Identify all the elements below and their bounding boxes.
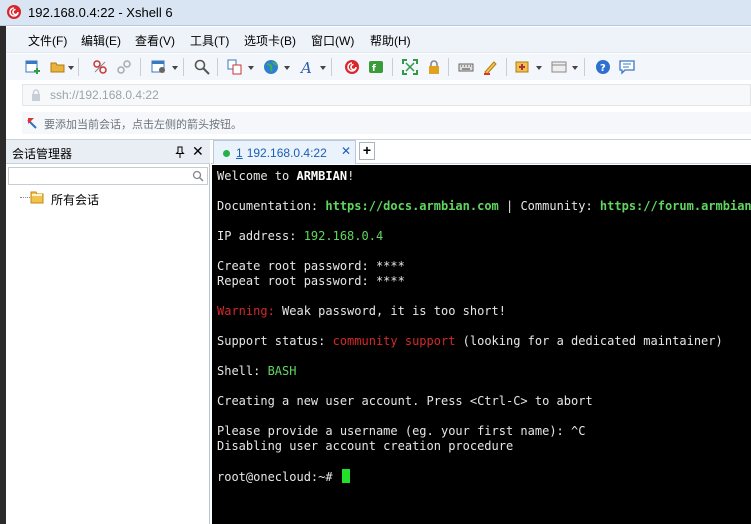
- terminal-line: Support status: community support (looki…: [217, 334, 723, 348]
- terminal-line: Creating a new user account. Press <Ctrl…: [217, 394, 593, 408]
- arrow-icon[interactable]: [26, 116, 40, 130]
- find-icon[interactable]: [194, 59, 210, 75]
- lock-icon[interactable]: [426, 59, 442, 75]
- reconnect-icon[interactable]: [116, 59, 132, 75]
- terminal-line: Please provide a username (eg. your firs…: [217, 424, 586, 438]
- address-bar[interactable]: ssh://192.168.0.4:22: [22, 84, 751, 106]
- toolbar-separator: [392, 58, 393, 76]
- menu-file[interactable]: 文件(F): [28, 32, 67, 49]
- menu-window[interactable]: 窗口(W): [311, 32, 354, 49]
- font-icon[interactable]: A: [299, 59, 315, 75]
- menu-bar: 文件(F) 编辑(E) 查看(V) 工具(T) 选项卡(B) 窗口(W) 帮助(…: [6, 27, 751, 53]
- open-folder-icon[interactable]: [50, 59, 66, 75]
- search-icon[interactable]: [192, 170, 204, 182]
- lock-icon: [32, 89, 40, 101]
- svg-text:f: f: [372, 64, 376, 74]
- globe-icon[interactable]: [263, 59, 279, 75]
- terminal-line: Documentation: https://docs.armbian.com …: [217, 199, 751, 213]
- svg-text:A: A: [299, 59, 312, 75]
- connected-status-icon: [223, 150, 230, 157]
- terminal-line: Repeat root password: ****: [217, 274, 405, 288]
- properties-icon[interactable]: [151, 59, 167, 75]
- tab-session[interactable]: 1 192.168.0.4:22 ✕: [213, 140, 356, 164]
- keyboard-icon[interactable]: [458, 59, 474, 75]
- terminal-line: Disabling user account creation procedur…: [217, 439, 514, 453]
- terminal-prompt: root@onecloud:~#: [217, 470, 340, 484]
- tab-number: 1: [236, 146, 243, 160]
- menu-tabs[interactable]: 选项卡(B): [244, 32, 296, 49]
- font-dropdown-arrow[interactable]: [320, 66, 326, 70]
- terminal-line: Warning: Weak password, it is too short!: [217, 304, 506, 318]
- disconnect-icon[interactable]: [92, 59, 108, 75]
- copy-dropdown-arrow[interactable]: [248, 66, 254, 70]
- menu-help[interactable]: 帮助(H): [370, 32, 411, 49]
- globe-dropdown-arrow[interactable]: [284, 66, 290, 70]
- tab-strip: 1 192.168.0.4:22 ✕ +: [211, 140, 751, 164]
- toolbar-separator: [78, 58, 79, 76]
- terminal-prompt-line[interactable]: root@onecloud:~#: [217, 469, 350, 485]
- terminal-line: Welcome to ARMBIAN!: [217, 169, 355, 183]
- menu-view[interactable]: 查看(V): [135, 32, 175, 49]
- add-icon[interactable]: [515, 59, 531, 75]
- chat-icon[interactable]: [619, 59, 635, 75]
- folder-icon: [30, 191, 44, 204]
- help-icon[interactable]: ?: [595, 59, 611, 75]
- hint-bar: 要添加当前会话，点击左侧的箭头按钮。: [22, 112, 751, 134]
- menu-tools[interactable]: 工具(T): [190, 32, 229, 49]
- toolbar-separator: [217, 58, 218, 76]
- panel-header: 会话管理器 ✕: [6, 140, 210, 164]
- menu-edit[interactable]: 编辑(E): [81, 32, 121, 49]
- toolbar-separator: [506, 58, 507, 76]
- layout-dropdown-arrow[interactable]: [572, 66, 578, 70]
- toolbar: A f ?: [6, 54, 751, 80]
- close-icon[interactable]: ✕: [192, 143, 204, 159]
- properties-dropdown-arrow[interactable]: [172, 66, 178, 70]
- tab-host: 192.168.0.4:22: [246, 146, 327, 160]
- terminal-cursor: [341, 469, 350, 483]
- fullscreen-icon[interactable]: [402, 59, 418, 75]
- new-tab-button[interactable]: +: [359, 142, 375, 160]
- new-session-icon[interactable]: [25, 59, 41, 75]
- terminal-line: Create root password: ****: [217, 259, 405, 273]
- address-input[interactable]: ssh://192.168.0.4:22: [50, 88, 159, 102]
- window-title: 192.168.0.4:22 - Xshell 6: [28, 5, 173, 20]
- xshell-logo-icon: [7, 5, 21, 19]
- tab-label[interactable]: 1 192.168.0.4:22: [236, 146, 327, 160]
- title-bar: 192.168.0.4:22 - Xshell 6: [0, 0, 751, 26]
- highlight-icon[interactable]: [482, 59, 498, 75]
- pin-icon[interactable]: [175, 146, 185, 158]
- toolbar-separator: [331, 58, 332, 76]
- terminal[interactable]: Welcome to ARMBIAN! Documentation: https…: [212, 165, 751, 524]
- copy-icon[interactable]: [227, 59, 243, 75]
- session-manager-panel: 会话管理器 ✕ 所有会话: [6, 140, 210, 524]
- toolbar-separator: [448, 58, 449, 76]
- hint-text: 要添加当前会话，点击左侧的箭头按钮。: [44, 119, 242, 131]
- tab-close-icon[interactable]: ✕: [341, 144, 351, 158]
- toolbar-separator: [183, 58, 184, 76]
- add-dropdown-arrow[interactable]: [536, 66, 542, 70]
- terminal-line: IP address: 192.168.0.4: [217, 229, 384, 243]
- xftp-icon[interactable]: f: [368, 59, 384, 75]
- layout-icon[interactable]: [551, 59, 567, 75]
- terminal-line: Shell: BASH: [217, 364, 297, 378]
- panel-title: 会话管理器: [12, 147, 73, 161]
- session-search-box[interactable]: [8, 167, 208, 185]
- session-search-input[interactable]: [9, 168, 189, 184]
- toolbar-separator: [584, 58, 585, 76]
- tree-item-all-sessions[interactable]: 所有会话: [51, 191, 99, 208]
- open-dropdown-arrow[interactable]: [68, 66, 74, 70]
- xshell-icon[interactable]: [344, 59, 360, 75]
- svg-text:?: ?: [600, 63, 606, 74]
- toolbar-separator: [140, 58, 141, 76]
